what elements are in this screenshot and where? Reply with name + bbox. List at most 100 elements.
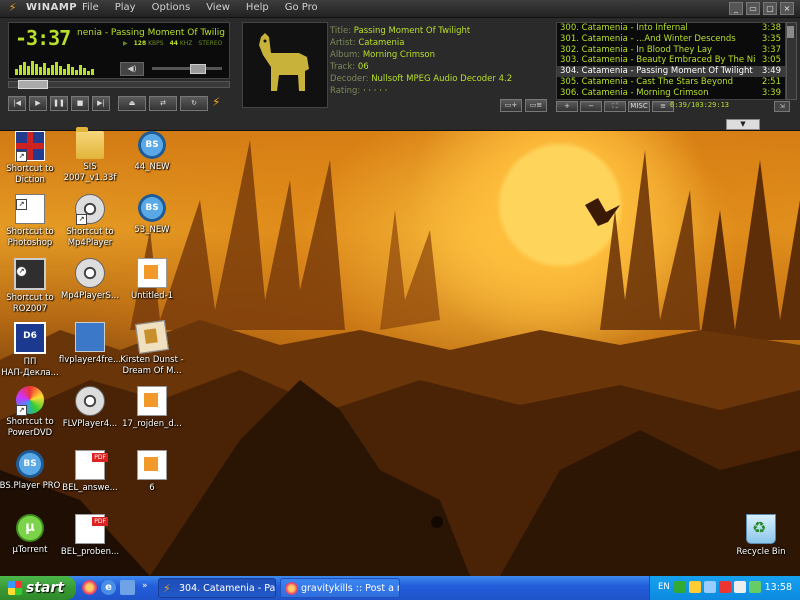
misc-button[interactable]: MISC [628,101,650,112]
icon-label: flvplayer4fre... [58,355,122,365]
previous-icon[interactable]: |◀ [8,96,26,111]
playlist-item[interactable]: 306. Catamenia - Morning Crimson 3:39 [557,88,785,99]
album-art[interactable] [242,22,328,108]
seek-knob[interactable] [18,80,48,89]
add-button[interactable]: + [556,101,578,112]
pause-icon[interactable]: ❚❚ [50,96,68,111]
info-menu-icon[interactable]: ▭≡ [525,99,547,112]
repeat-icon[interactable]: ↻ [180,96,208,111]
start-button[interactable]: start [0,576,76,600]
song-ticker: nenia - Passing Moment Of Twilight (3:49… [77,28,225,38]
bsplayer-icon: BS [16,450,44,478]
menu-help[interactable]: Help [238,2,277,13]
playlist-time: 6:39/103:29:13 [670,101,730,109]
playlist-item[interactable]: 302. Catamenia - In Blood They Lay 3:37 [557,45,785,56]
icon-label: 53_NEW [134,225,170,235]
desktop-icon[interactable]: BEL_proben... [55,514,125,558]
volume-slider[interactable] [152,67,222,70]
icon-label: Shortcut to Mp4Player [66,227,114,248]
antivirus-icon[interactable] [719,581,731,593]
dropdown-arrow-icon[interactable]: ▼ [726,119,760,130]
desktop-icon[interactable]: BS 53_NEW [117,194,187,236]
network-icon[interactable] [674,581,686,593]
minimize-icon[interactable]: _ [729,2,743,15]
desktop-icon[interactable]: FLVPlayer4... [55,386,125,430]
security-icon[interactable] [689,581,701,593]
internet-explorer-icon[interactable]: e [101,580,116,595]
play-icon[interactable]: ▶ [29,96,47,111]
desktop-icon[interactable]: flvplayer4fre... [55,322,125,366]
document-icon [137,450,167,480]
select-button[interactable]: ⛶ [604,101,626,112]
desktop-icon[interactable]: BEL_answe... [55,450,125,494]
remove-button[interactable]: − [580,101,602,112]
desktop-icon[interactable]: Mp4PlayerS... [55,258,125,302]
rating-stars[interactable]: · · · · · [363,86,387,96]
next-icon[interactable]: ▶| [92,96,110,111]
desktop-icon[interactable]: Kirsten Dunst - Dream Of M... [117,320,187,377]
menu-view[interactable]: View [198,2,238,13]
menu-go-pro[interactable]: Go Pro [277,2,326,13]
desktop-icon[interactable]: 17_rojden_d... [117,386,187,430]
shade-icon[interactable]: ▭ [746,2,760,15]
speaker-icon[interactable]: ◀) [120,62,144,76]
icon-label: 6 [149,483,155,493]
playlist-item[interactable]: 301. Catamenia - ...And Winter Descends 3… [557,34,785,45]
language-indicator[interactable]: EN [658,582,670,592]
utorrent-tray-icon[interactable] [749,581,761,593]
playlist-item[interactable]: 305. Catamenia - Cast The Stars Beyond 2:… [557,77,785,88]
menu-options[interactable]: Options [144,2,199,13]
document-icon [137,386,167,416]
tax-form-icon: D6 [14,322,46,354]
document-icon [137,258,167,288]
desktop-icon[interactable]: SIS 2007_v1.33f [55,127,125,184]
firefox-icon[interactable] [82,580,97,595]
monitor-icon[interactable] [704,581,716,593]
quick-launch: e [82,580,135,595]
quick-launch-more-icon[interactable]: » [142,581,148,591]
task-label: gravitykills :: Post a n... [301,583,399,594]
rating-label: Rating: [330,86,361,96]
playlist-item[interactable]: 303. Catamenia - Beauty Embraced By The … [557,55,785,66]
samplerate: 44 [169,40,178,47]
menu-play[interactable]: Play [107,2,144,13]
playlist-resize-icon[interactable]: ⇲ [774,101,790,112]
volume-icon[interactable] [734,581,746,593]
menu-file[interactable]: File [74,2,107,13]
stereo-indicator: STEREO [198,40,223,47]
time-display[interactable]: -3:37 [15,26,71,50]
eject-icon[interactable]: ⏏ [118,96,146,111]
clock[interactable]: 13:58 [765,582,792,593]
taskbar-button-winamp[interactable]: ⚡ 304. Catamenia - Pas... [158,578,276,598]
volume-knob[interactable] [190,64,206,74]
desktop-icon[interactable]: Recycle Bin [726,514,796,558]
icon-label: Recycle Bin [736,547,786,557]
track-artist: Catamenia [358,38,405,48]
shuffle-icon[interactable]: ⇄ [149,96,177,111]
playlist-item[interactable]: 300. Catamenia - Into Infernal 3:38 [557,23,785,34]
playlist-buttons: + − ⛶ MISC ≡ [556,101,674,112]
desktop-icon[interactable]: 6 [117,450,187,494]
icon-label: BEL_answe... [62,483,118,493]
winamp-titlebar[interactable]: ⚡ WINAMP File Play Options View Help Go … [0,0,800,18]
desktop-icon[interactable]: Untitled-1 [117,258,187,302]
pdf-icon [75,514,108,544]
show-desktop-icon[interactable] [120,580,135,595]
stop-icon[interactable]: ■ [71,96,89,111]
lightning-icon[interactable]: ⚡ [212,95,220,109]
taskbar-button-browser[interactable]: gravitykills :: Post a n... [280,578,400,598]
desktop-icon[interactable]: BS 44_NEW [117,131,187,173]
playlist-scroll-thumb[interactable] [787,26,794,38]
winamp-title: WINAMP [26,2,78,13]
track-label: Track: [330,62,356,72]
spectrum-analyzer[interactable] [15,59,111,75]
desktop-icon[interactable]: Shortcut to Mp4Player [55,194,125,249]
playlist-item-current[interactable]: 304. Catamenia - Passing Moment Of Twili… [557,66,785,77]
maximize-icon[interactable]: ▢ [763,2,777,15]
album-label: Album: [330,50,361,60]
add-info-icon[interactable]: ▭+ [500,99,522,112]
bsplayer-file-icon: BS [138,131,166,159]
icon-label: FLVPlayer4... [62,419,118,429]
llama-icon [259,33,309,91]
close-icon[interactable]: × [780,2,794,15]
